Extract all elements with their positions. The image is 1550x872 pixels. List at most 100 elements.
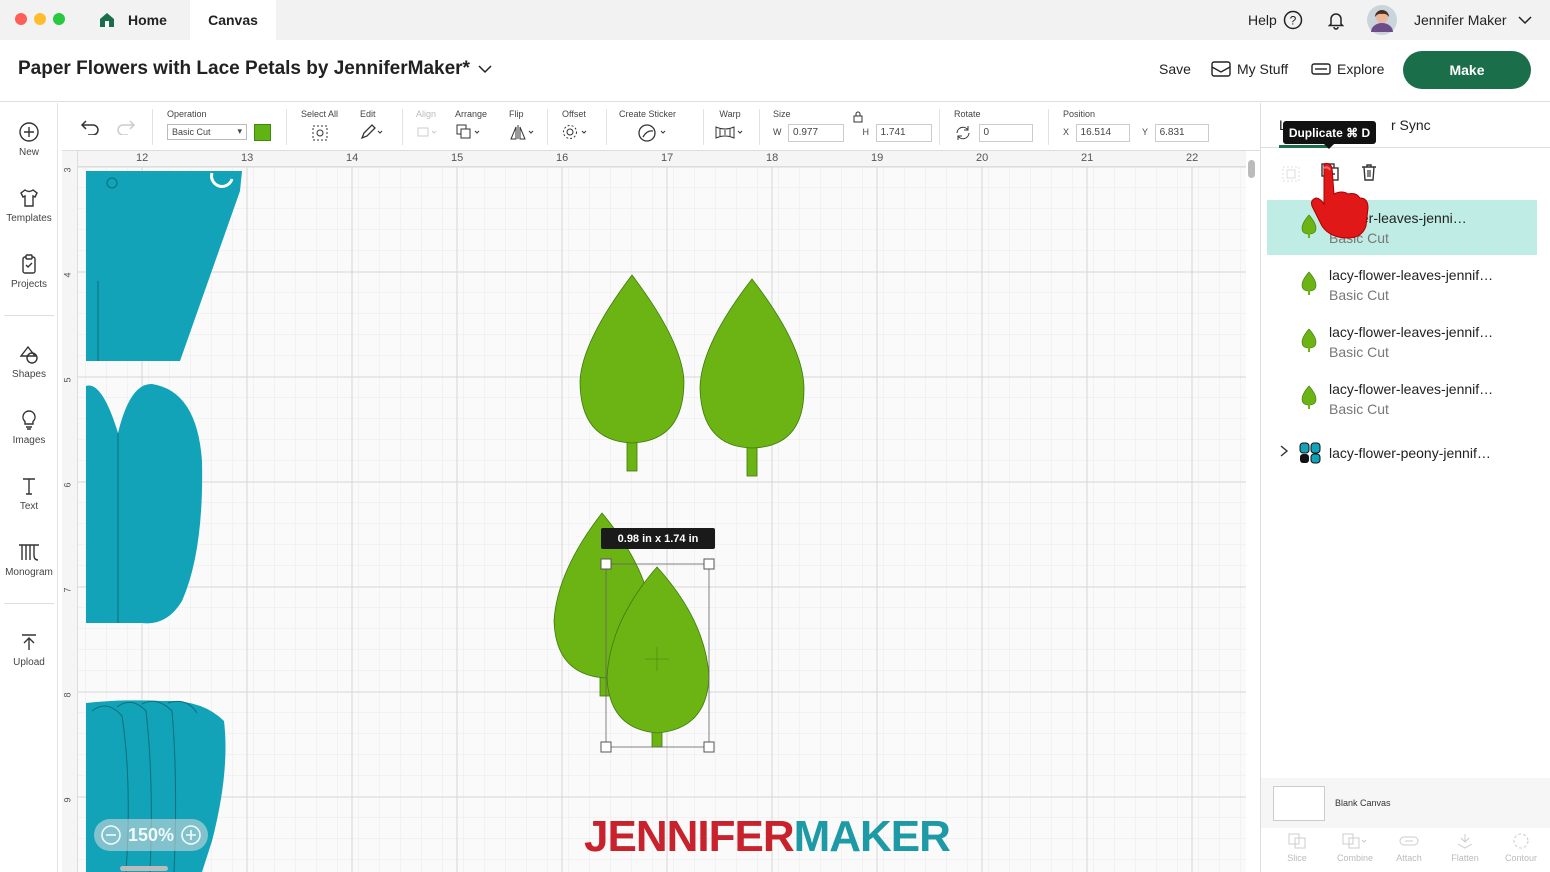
y-position-input[interactable]: 6.831 — [1154, 124, 1209, 142]
create-sticker-button[interactable]: Create Sticker — [619, 109, 676, 144]
lock-icon[interactable] — [853, 111, 863, 123]
layers-panel: L r Sync …ower-leaves-jenni… Basic Cut l… — [1260, 103, 1550, 872]
sidebar-item-upload[interactable]: Upload — [0, 631, 58, 668]
warp-icon — [715, 126, 743, 139]
tab-canvas[interactable]: Canvas — [190, 0, 276, 40]
layer-operation: Basic Cut — [1329, 401, 1389, 417]
tab-home[interactable]: Home — [80, 0, 190, 40]
zoom-level: 150% — [127, 824, 175, 845]
minimize-window-button[interactable] — [34, 13, 46, 25]
zoom-out-icon[interactable] — [100, 824, 122, 846]
maximize-window-button[interactable] — [53, 13, 65, 25]
attach-button[interactable]: Attach — [1381, 832, 1437, 863]
warp-button[interactable]: Warp — [714, 109, 746, 142]
project-header: Paper Flowers with Lace Petals by Jennif… — [0, 40, 1550, 102]
width-label: W — [773, 127, 782, 138]
sidebar-item-new[interactable]: New — [0, 121, 58, 158]
position-label: Position — [1063, 109, 1096, 119]
explore-label: Explore — [1337, 61, 1385, 77]
sidebar-item-text[interactable]: Text — [0, 475, 58, 512]
sidebar-item-monogram[interactable]: Monogram — [0, 541, 58, 578]
tab-color-sync[interactable]: r Sync — [1391, 117, 1431, 133]
design-panel-sidebar: New Templates Projects Shapes Images Tex… — [0, 103, 58, 872]
redo-icon[interactable] — [116, 119, 136, 135]
explore-button[interactable]: Explore — [1311, 61, 1384, 77]
avatar — [1367, 5, 1397, 35]
project-title[interactable]: Paper Flowers with Lace Petals by Jennif… — [18, 58, 470, 80]
sidebar-item-label: Projects — [10, 279, 48, 290]
width-input[interactable]: 0.977 — [788, 124, 845, 142]
edit-toolbar: Operation Basic Cut Select All Edit Alig… — [62, 103, 1260, 151]
design-canvas[interactable] — [62, 151, 1246, 872]
select-all-button[interactable]: Select All — [301, 109, 338, 144]
ruler-x-label: 20 — [976, 152, 989, 164]
attach-label: Attach — [1396, 853, 1422, 863]
blank-canvas-row[interactable]: Blank Canvas — [1261, 778, 1550, 828]
operation-select[interactable]: Basic Cut — [167, 124, 247, 140]
zoom-in-icon[interactable] — [180, 824, 202, 846]
dimension-tooltip: 0.98 in x 1.74 in — [601, 528, 715, 549]
save-label: Save — [1159, 61, 1191, 77]
slice-icon — [1288, 833, 1306, 849]
sticker-icon — [638, 124, 666, 142]
ruler-x-label: 14 — [346, 152, 359, 164]
layer-row[interactable]: lacy-flower-leaves-jennif… Basic Cut — [1267, 314, 1537, 369]
combine-button[interactable]: Combine — [1327, 832, 1383, 863]
layer-group-row[interactable]: lacy-flower-peony-jennif… — [1267, 437, 1537, 471]
chevron-right-icon[interactable] — [1279, 445, 1289, 457]
tab-canvas-label: Canvas — [208, 12, 258, 28]
offset-button[interactable]: Offset — [562, 109, 590, 142]
slice-button[interactable]: Slice — [1269, 832, 1325, 863]
help-button[interactable]: Help ? — [1248, 0, 1303, 40]
layer-bottom-actions: Slice Combine Attach Flatten Contour — [1261, 828, 1550, 872]
sidebar-item-projects[interactable]: Projects — [0, 253, 58, 290]
close-window-button[interactable] — [15, 13, 27, 25]
notifications-button[interactable] — [1326, 0, 1346, 40]
pen-icon — [360, 124, 383, 140]
operation-color-swatch[interactable] — [254, 124, 271, 141]
clipboard-icon — [22, 254, 36, 274]
contour-button[interactable]: Contour — [1493, 832, 1549, 863]
edit-button[interactable]: Edit — [360, 109, 384, 142]
flatten-icon — [1457, 834, 1473, 849]
blank-canvas-swatch[interactable] — [1273, 786, 1325, 821]
align-label: Align — [416, 109, 437, 119]
sidebar-item-images[interactable]: Images — [0, 409, 58, 446]
contour-label: Contour — [1504, 853, 1538, 863]
save-button[interactable]: Save — [1159, 61, 1191, 77]
height-input[interactable]: 1.741 — [875, 124, 932, 142]
toolbar-divider — [606, 109, 607, 145]
canvas-vertical-scrollbar[interactable] — [1248, 160, 1255, 178]
make-button[interactable]: Make — [1403, 51, 1531, 89]
my-stuff-button[interactable]: My Stuff — [1211, 61, 1288, 77]
flip-label: Flip — [509, 109, 524, 119]
rotate-icon — [956, 126, 970, 140]
sidebar-item-shapes[interactable]: Shapes — [0, 343, 58, 380]
peony-petal-middle[interactable] — [86, 383, 203, 624]
account-menu[interactable]: Jennifer Maker — [1366, 0, 1533, 40]
undo-icon[interactable] — [80, 119, 100, 135]
flatten-button[interactable]: Flatten — [1437, 832, 1493, 863]
canvas-horizontal-scrollbar[interactable] — [120, 866, 168, 871]
window-tab-bar: Home Canvas Help ? Jennifer Maker — [0, 0, 1550, 40]
arrange-button[interactable]: Arrange — [455, 109, 487, 142]
rotate-input[interactable]: 0 — [978, 124, 1033, 142]
text-icon — [23, 478, 35, 495]
layer-row[interactable]: lacy-flower-leaves-jennif… Basic Cut — [1267, 257, 1537, 312]
x-position-input[interactable]: 16.514 — [1075, 124, 1130, 142]
combine-icon — [1342, 833, 1367, 849]
monogram-icon — [19, 544, 39, 561]
layer-row[interactable]: lacy-flower-leaves-jennif… Basic Cut — [1267, 371, 1537, 426]
home-icon — [100, 13, 114, 27]
sidebar-item-label: Text — [19, 501, 39, 512]
rotate-label: Rotate — [954, 109, 981, 119]
sidebar-item-templates[interactable]: Templates — [0, 187, 58, 224]
sidebar-divider — [4, 603, 54, 604]
ruler-y-label: 8 — [62, 692, 73, 698]
ruler-horizontal: 12 13 14 15 16 17 18 19 20 21 22 — [62, 151, 1246, 167]
project-menu-chevron-icon[interactable] — [478, 62, 492, 76]
watermark-left: JENNIFER — [584, 812, 795, 861]
ruler-x-label: 21 — [1081, 152, 1094, 164]
flip-button[interactable]: Flip — [509, 109, 537, 142]
attach-icon — [1399, 836, 1419, 846]
